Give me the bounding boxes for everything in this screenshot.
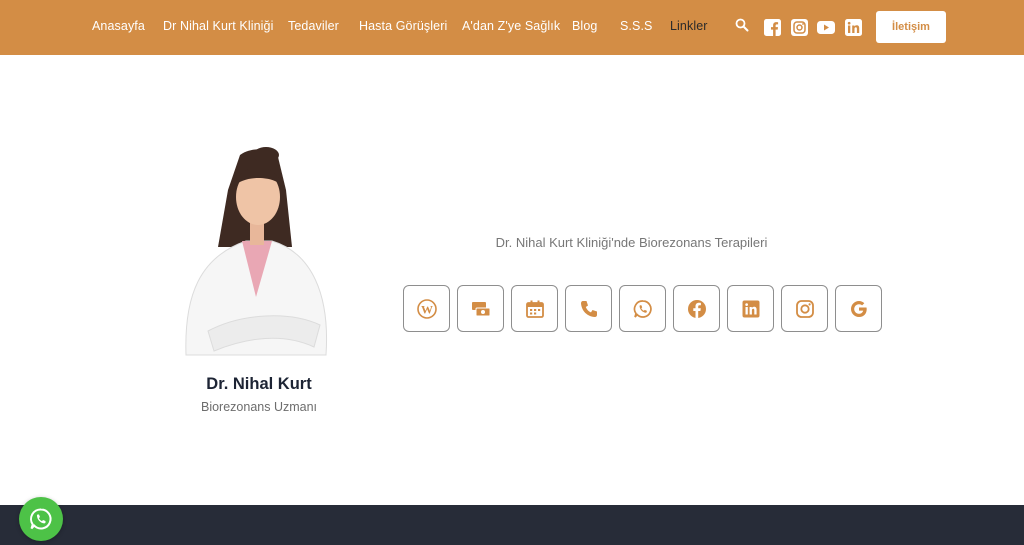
link-tile-calendar[interactable] [511,285,558,332]
link-tile-instagram[interactable] [781,285,828,332]
search-icon[interactable] [735,18,749,32]
doctor-title: Biorezonans Uzmanı [200,400,318,414]
link-tile-wordpress[interactable]: W [403,285,450,332]
link-tile-money[interactable] [457,285,504,332]
link-tile-google[interactable] [835,285,882,332]
page-headline: Dr. Nihal Kurt Kliniği'nde Biorezonans T… [495,235,768,250]
doctor-name: Dr. Nihal Kurt [206,375,312,393]
link-tile-whatsapp[interactable] [619,285,666,332]
floating-whatsapp-button[interactable] [19,497,63,541]
google-icon [851,301,867,317]
footer [0,505,1024,545]
facebook-icon[interactable] [764,19,781,36]
instagram-icon [796,300,814,318]
nav-item-health-a-to-z[interactable]: A'dan Z'ye Sağlık [462,19,560,33]
nav-item-patient-reviews[interactable]: Hasta Görüşleri [359,19,447,33]
nav-item-home[interactable]: Anasayfa [92,19,145,33]
calendar-icon [526,300,544,318]
nav-item-blog[interactable]: Blog [572,19,597,33]
linkedin-icon[interactable] [845,19,862,36]
nav-item-treatments[interactable]: Tedaviler [288,19,339,33]
youtube-icon[interactable] [817,21,835,34]
whatsapp-icon [30,508,52,530]
phone-icon [581,301,597,317]
nav-item-links[interactable]: Linkler [670,19,708,33]
link-tile-phone[interactable] [565,285,612,332]
instagram-icon[interactable] [791,19,808,36]
svg-text:W: W [421,303,433,317]
whatsapp-icon [633,300,652,318]
wordpress-icon: W [417,299,437,319]
link-tile-facebook[interactable] [673,285,720,332]
facebook-icon [688,300,706,318]
nav-item-faq[interactable]: S.S.S [620,19,652,33]
doctor-portrait [180,145,332,365]
main-nav: Anasayfa Dr Nihal Kurt Kliniği Tedaviler… [0,0,1024,55]
linkedin-icon [742,300,760,318]
link-tile-linkedin[interactable] [727,285,774,332]
money-icon [472,302,491,317]
top-navigation-bar: Anasayfa Dr Nihal Kurt Kliniği Tedaviler… [0,0,1024,55]
contact-button[interactable]: İletişim [876,11,946,43]
nav-item-clinic[interactable]: Dr Nihal Kurt Kliniği [163,19,273,33]
